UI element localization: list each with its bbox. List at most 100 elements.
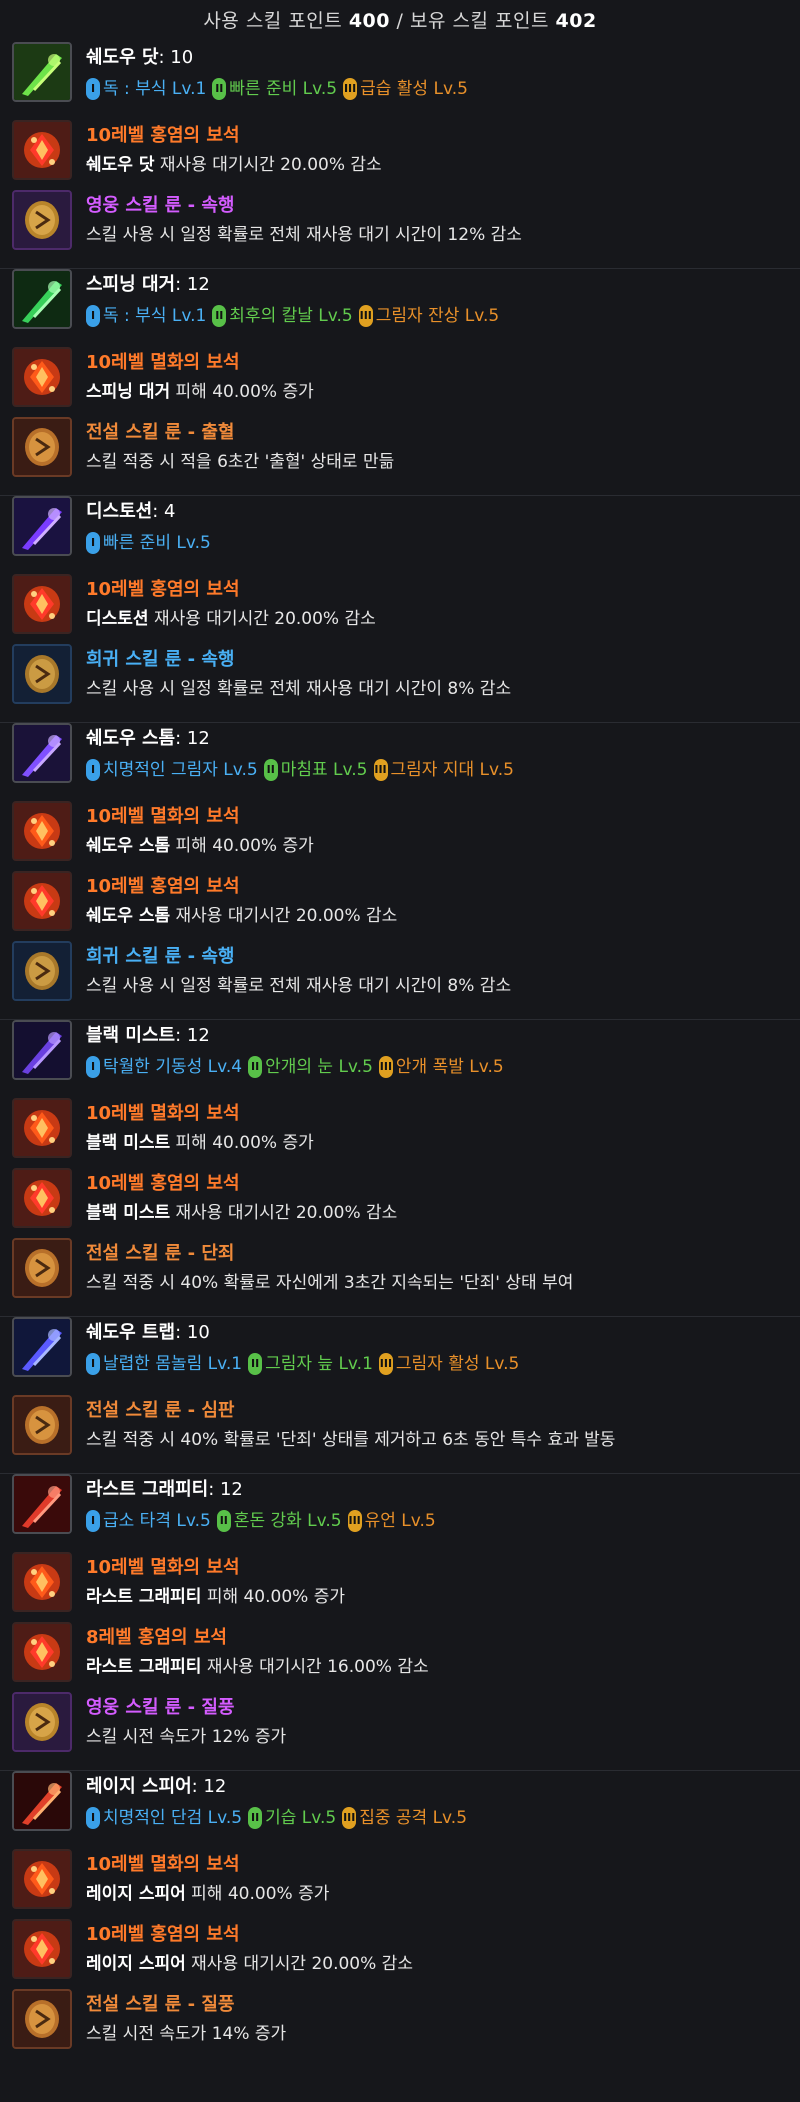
item-effect: 스킬 사용 시 일정 확률로 전체 재사용 대기 시간이 12% 감소 [86, 225, 522, 245]
annihilation-gem-icon[interactable] [12, 1098, 72, 1158]
shadow-storm-icon[interactable] [12, 723, 72, 783]
tripod-tier-3[interactable]: III 집중 공격 Lv.5 [342, 1803, 467, 1833]
tripod-tier-1[interactable]: I 치명적인 단검 Lv.5 [86, 1803, 248, 1833]
tripod-tier-3[interactable]: III 급습 활성 Lv.5 [343, 74, 468, 104]
tripod-tier-2[interactable]: II 혼돈 강화 Lv.5 [216, 1506, 348, 1536]
tripod-list: I독 : 부식 Lv.1 II 빠른 준비 Lv.5 III 급습 활성 Lv.5 [86, 72, 788, 102]
tripod-tier-badge-icon: I [86, 78, 100, 100]
item-title: 10레벨 멸화의 보석 [86, 1103, 240, 1124]
tripod-tier-3[interactable]: III 안개 폭발 Lv.5 [378, 1052, 504, 1082]
crimson-flame-gem-icon[interactable] [12, 1919, 72, 1979]
tripod-tier-1[interactable]: I 날렵한 몸놀림 Lv.1 [86, 1349, 248, 1379]
tripod-tier-badge-icon: II [248, 1807, 263, 1829]
skill-rune-icon[interactable] [12, 1395, 72, 1455]
tripod-tier-3[interactable]: III 그림자 잔상 Lv.5 [358, 301, 500, 331]
annihilation-gem-icon[interactable] [12, 1552, 72, 1612]
tripod-tier-3[interactable]: III 그림자 지대 Lv.5 [373, 755, 514, 785]
skill-rune-icon[interactable] [12, 644, 72, 704]
annihilation-gem-icon[interactable] [12, 801, 72, 861]
rune-row: 전설 스킬 룬 - 심판 스킬 적중 시 40% 확률로 '단죄' 상태를 제거하… [12, 1389, 788, 1459]
tripod-tier-2[interactable]: II 그림자 늪 Lv.1 [248, 1349, 379, 1379]
tripod-list: I 탁월한 기동성 Lv.4 II 안개의 눈 Lv.5 III 안개 폭발 Lv.5 [86, 1050, 788, 1080]
rage-spear-icon[interactable] [12, 1771, 72, 1831]
item-title: 희귀 스킬 룬 - 속행 [86, 946, 235, 967]
item-title: 10레벨 멸화의 보석 [86, 1557, 240, 1578]
skill-name: 스피닝 대거 [86, 274, 176, 295]
tripod-tier-1[interactable]: I 탁월한 기동성 Lv.4 [86, 1052, 248, 1082]
skill-level: : 10 [158, 47, 194, 68]
shadow-trap-icon[interactable] [12, 1317, 72, 1377]
crimson-flame-gem-icon[interactable] [12, 1622, 72, 1682]
skill-level: : 12 [191, 1776, 227, 1797]
tripod-tier-2[interactable]: II 기습 Lv.5 [248, 1803, 342, 1833]
skill-rune-icon[interactable] [12, 417, 72, 477]
tripod-label: 그림자 잔상 Lv.5 [375, 306, 500, 326]
item-title: 영웅 스킬 룬 - 속행 [86, 195, 235, 216]
rune-row: 영웅 스킬 룬 - 속행스킬 사용 시 일정 확률로 전체 재사용 대기 시간이… [12, 184, 788, 254]
crimson-flame-gem-icon[interactable] [12, 120, 72, 180]
spinning-dagger-icon[interactable] [12, 269, 72, 329]
skill-header: 라스트 그래피티: 12 I 급소 타격 Lv.5 II 혼돈 강화 Lv.5 III 유언… [12, 1474, 788, 1546]
rune-row: 전설 스킬 룬 - 단죄 스킬 적중 시 40% 확률로 자신에게 3초간 지속되… [12, 1232, 788, 1302]
skill-name: 쉐도우 닷 [86, 47, 159, 68]
crimson-flame-gem-icon[interactable] [12, 871, 72, 931]
skill-rune-icon[interactable] [12, 190, 72, 250]
tripod-tier-1[interactable]: I독 : 부식 Lv.1 [86, 74, 212, 104]
tripod-tier-3[interactable]: III 그림자 활성 Lv.5 [378, 1349, 519, 1379]
item-title: 10레벨 멸화의 보석 [86, 806, 240, 827]
skill-name: 디스토션 [86, 501, 153, 522]
crimson-flame-gem-icon[interactable] [12, 574, 72, 634]
item-title: 10레벨 홍염의 보석 [86, 1173, 240, 1194]
skill-rune-icon[interactable] [12, 941, 72, 1001]
skill-entry: 라스트 그래피티: 12 I 급소 타격 Lv.5 II 혼돈 강화 Lv.5 III 유언… [0, 1473, 800, 1770]
tripod-tier-3[interactable]: III 유언 Lv.5 [347, 1506, 436, 1536]
skill-rune-icon[interactable] [12, 1989, 72, 2049]
skill-entry: 레이지 스피어: 12 I 치명적인 단검 Lv.5 II 기습 Lv.5 III 집중 공… [0, 1770, 800, 2053]
last-graffiti-icon[interactable] [12, 1474, 72, 1534]
tripod-tier-badge-icon: II [248, 1353, 263, 1375]
item-description: 레이지 스피어 재사용 대기시간 20.00% 감소 [86, 1949, 788, 1979]
crimson-flame-gem-icon[interactable] [12, 1168, 72, 1228]
rune-row: 전설 스킬 룬 - 출혈 스킬 적중 시 적을 6초간 '출혈' 상태로 만듦 [12, 411, 788, 481]
tripod-tier-1[interactable]: I 급소 타격 Lv.5 [86, 1506, 217, 1536]
item-description: 스킬 적중 시 적을 6초간 '출혈' 상태로 만듦 [86, 447, 788, 477]
item-effect: 피해 40.00% 증가 [175, 836, 314, 856]
tripod-tier-1[interactable]: I 치명적인 그림자 Lv.5 [86, 755, 264, 785]
tripod-tier-badge-icon: I [86, 759, 100, 781]
tripod-tier-1[interactable]: I독 : 부식 Lv.1 [86, 301, 212, 331]
skill-level: : 12 [175, 728, 210, 749]
annihilation-gem-icon[interactable] [12, 1849, 72, 1909]
item-info: 영웅 스킬 룬 - 속행스킬 사용 시 일정 확률로 전체 재사용 대기 시간이… [86, 190, 788, 250]
shadow-dot-icon[interactable] [12, 42, 72, 102]
tripod-tier-badge-icon: III [378, 1056, 393, 1078]
item-skill-name: 쉐도우 닷 [86, 155, 155, 175]
tripod-tier-2[interactable]: II 최후의 칼날 Lv.5 [212, 301, 358, 331]
distortion-icon[interactable] [12, 496, 72, 556]
skill-level: : 12 [208, 1479, 243, 1500]
skill-title: 블랙 미스트: 12 [86, 1022, 788, 1050]
tripod-label: 그림자 늪 Lv.1 [265, 1354, 373, 1374]
skill-entry: 디스토션: 4 I 빠른 준비 Lv.5 10레벨 홍염의 보석 디스토션 재사용 대… [0, 495, 800, 722]
skill-header: 쉐도우 닷: 10 I 독 : 부식 Lv.1 II 빠른 준비 Lv.5 III 급습 활… [12, 42, 788, 114]
black-mist-icon[interactable] [12, 1020, 72, 1080]
item-effect: 스킬 시전 속도가 14% 증가 [86, 2024, 287, 2044]
rune-row: 영웅 스킬 룬 - 질풍 스킬 시전 속도가 12% 증가 [12, 1686, 788, 1756]
item-effect: 스킬 적중 시 40% 확률로 자신에게 3초간 지속되는 '단죄' 상태 부여 [86, 1273, 574, 1293]
skill-info: 쉐도우 스톰: 12 I 치명적인 그림자 Lv.5 II 마침표 Lv.5 III 그림자… [86, 723, 788, 783]
skill-rune-icon[interactable] [12, 1692, 72, 1752]
skill-info: 블랙 미스트: 12 I 탁월한 기동성 Lv.4 II 안개의 눈 Lv.5 III 안개… [86, 1020, 788, 1080]
tripod-tier-2[interactable]: II 안개의 눈 Lv.5 [248, 1052, 379, 1082]
tripod-tier-1[interactable]: I 빠른 준비 Lv.5 [86, 528, 211, 558]
tripod-tier-2[interactable]: II 빠른 준비 Lv.5 [212, 74, 343, 104]
item-skill-name: 쉐도우 스톰 [86, 836, 171, 856]
item-description: 디스토션 재사용 대기시간 20.00% 감소 [86, 604, 788, 634]
tripod-tier-2[interactable]: II 마침표 Lv.5 [263, 755, 374, 785]
item-effect: 피해 40.00% 증가 [175, 382, 314, 402]
tripod-label: 급소 타격 Lv.5 [103, 1511, 211, 1531]
tripod-tier-badge-icon: II [212, 78, 227, 100]
skill-info: 쉐도우 닷: 10 I 독 : 부식 Lv.1 II 빠른 준비 Lv.5 III 급습 활… [86, 42, 788, 102]
annihilation-gem-icon[interactable] [12, 347, 72, 407]
item-effect: 재사용 대기시간 16.00% 감소 [206, 1657, 429, 1677]
tripod-tier-badge-icon: II [263, 759, 278, 781]
skill-rune-icon[interactable] [12, 1238, 72, 1298]
